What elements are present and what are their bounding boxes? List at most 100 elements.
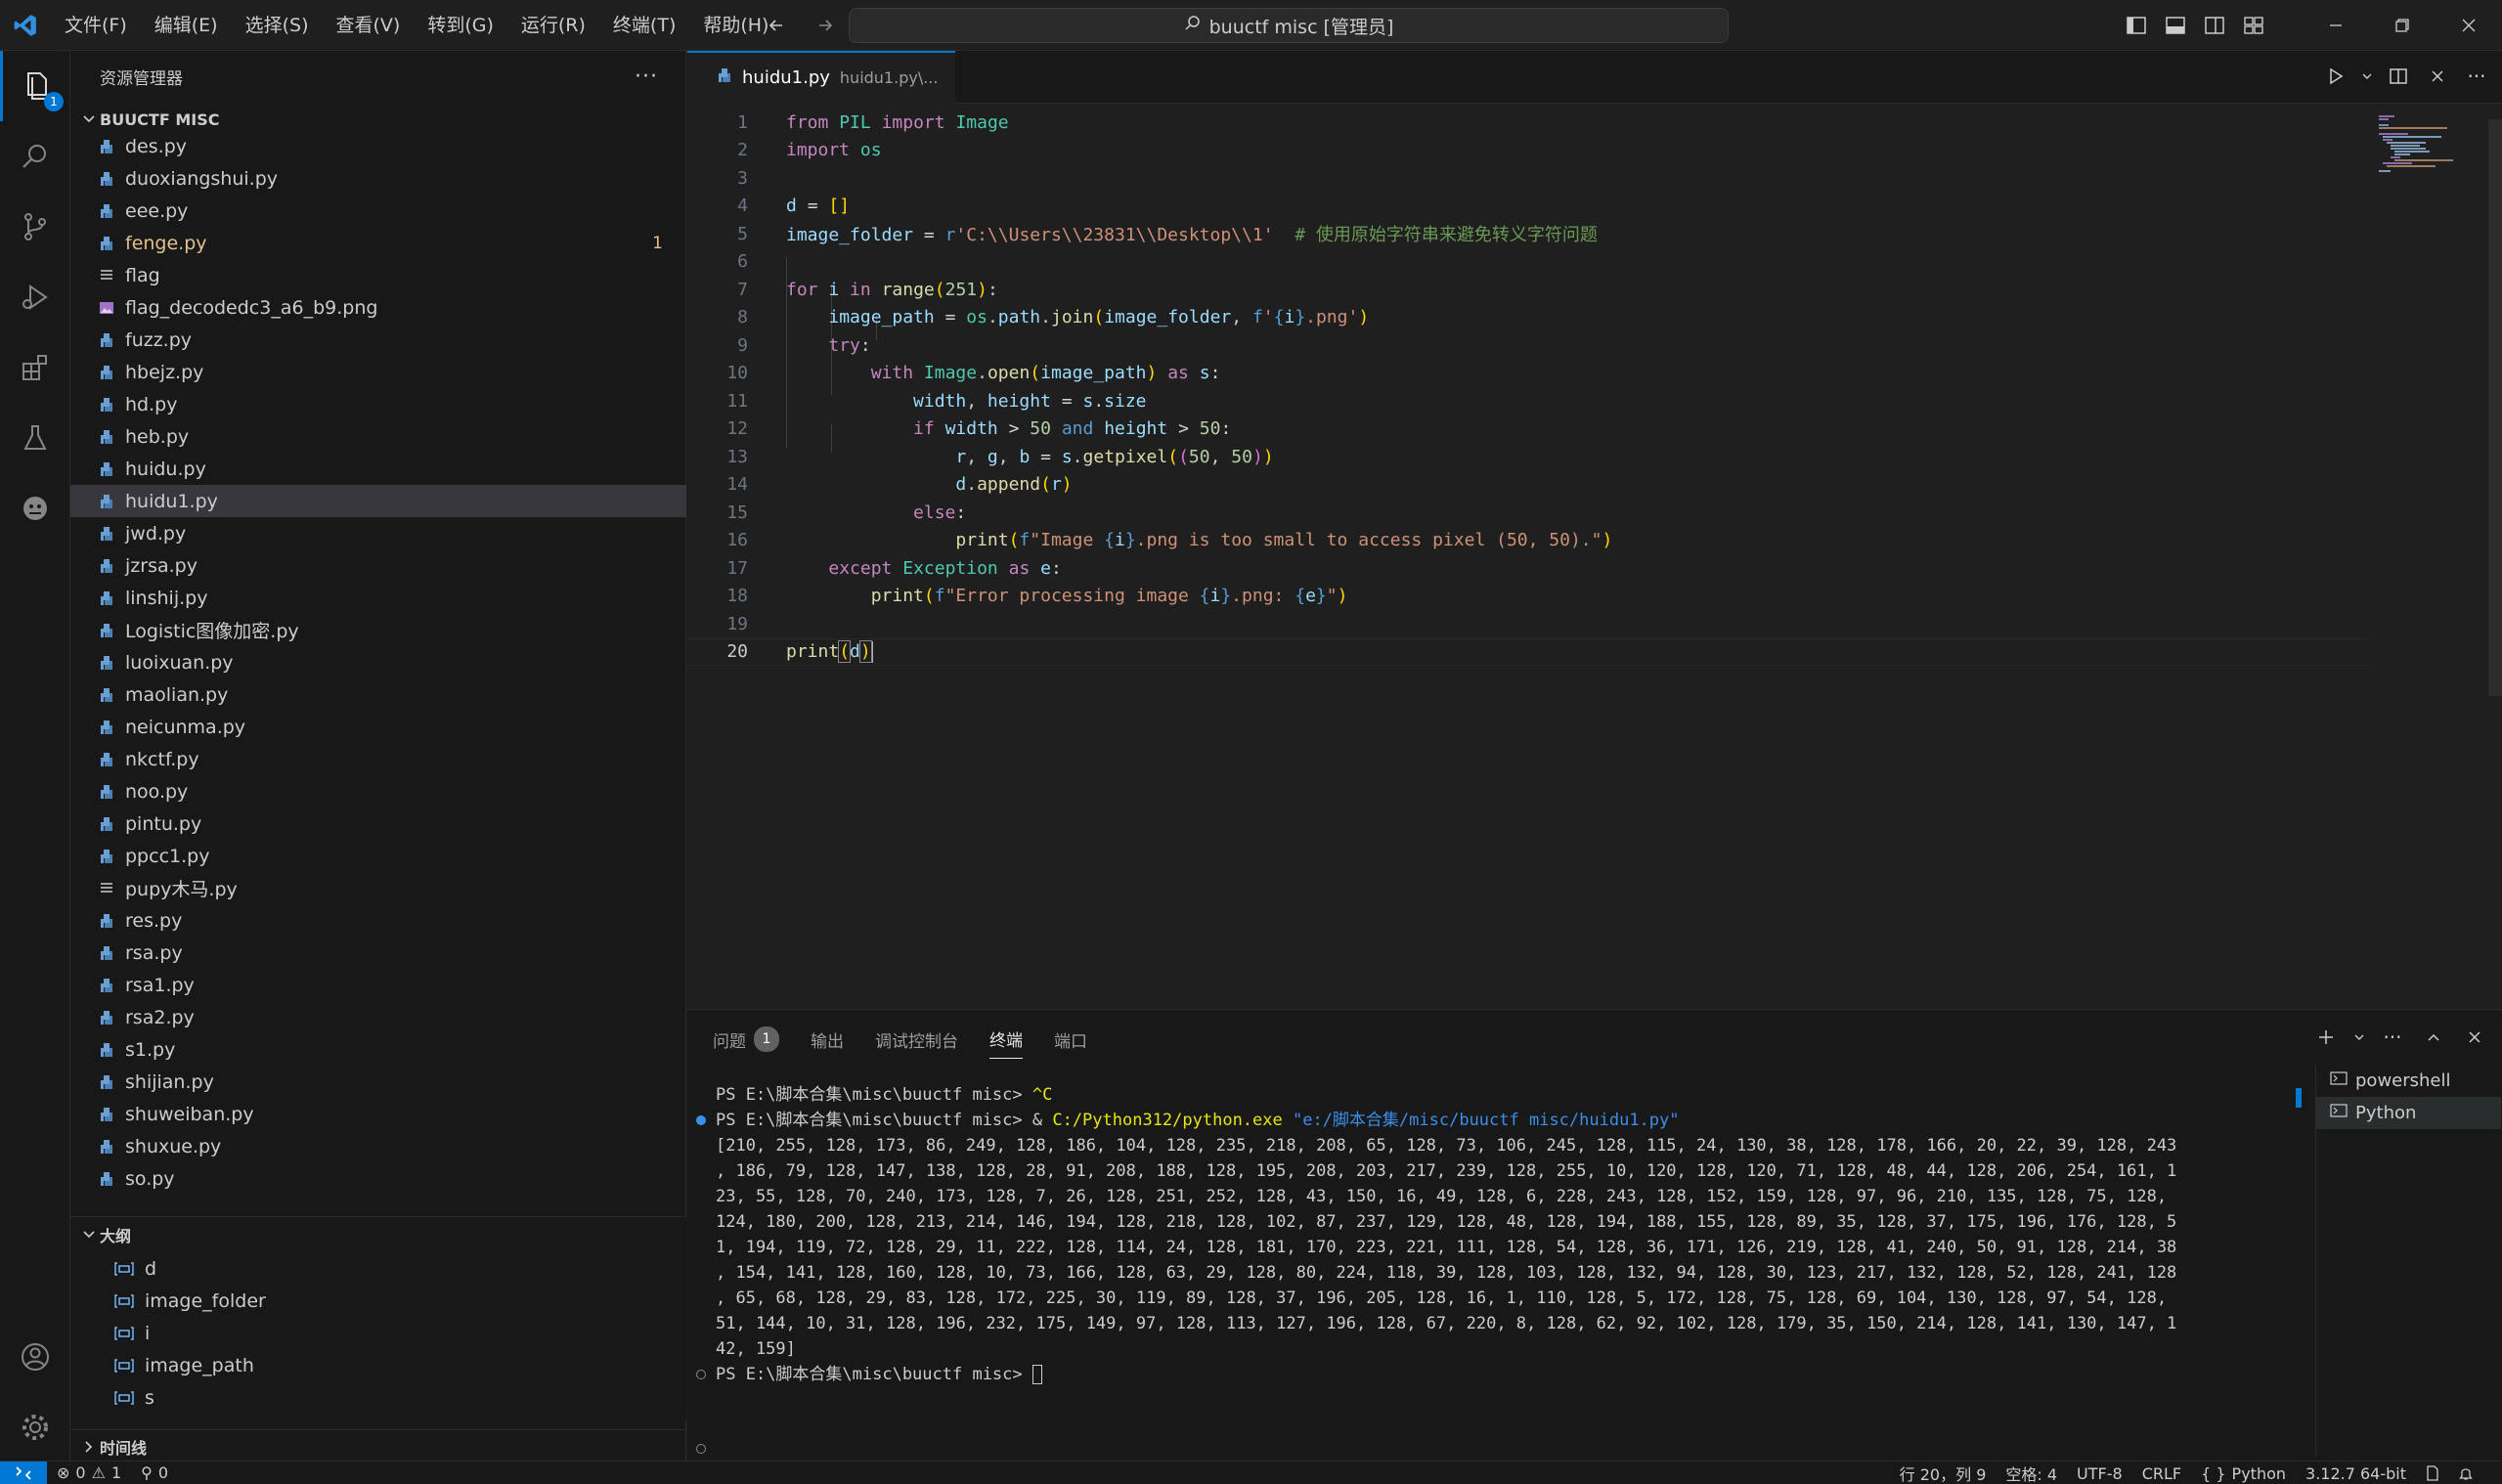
minimize-icon[interactable]	[2303, 0, 2369, 51]
command-center[interactable]: buuctf misc [管理员]	[849, 8, 1729, 43]
file-item[interactable]: des.py	[70, 139, 686, 162]
code-editor[interactable]: 1 from PIL import Image 2 import os 3 4d =…	[687, 104, 2502, 1009]
notifications-bell-icon[interactable]	[2449, 1465, 2482, 1481]
menu-item[interactable]: 选择(S)	[232, 6, 323, 45]
file-item[interactable]: jwd.py	[70, 517, 686, 549]
file-item[interactable]: shijian.py	[70, 1066, 686, 1098]
file-item[interactable]: pupy木马.py	[70, 872, 686, 904]
folder-root-header[interactable]: BUUCTF MISC	[70, 102, 685, 137]
tab-problems[interactable]: 问题 1	[713, 1020, 779, 1059]
outline-item[interactable]: image_folder	[70, 1285, 686, 1317]
terminal-instance[interactable]: Python	[2316, 1097, 2501, 1129]
menu-item[interactable]: 查看(V)	[323, 6, 415, 45]
menu-item[interactable]: 编辑(E)	[141, 6, 232, 45]
close-panel-icon[interactable]	[2459, 1020, 2490, 1055]
file-item[interactable]: rsa2.py	[70, 1001, 686, 1033]
toggle-sidebar-icon[interactable]	[2117, 6, 2156, 45]
file-item[interactable]: Logistic图像加密.py	[70, 614, 686, 646]
file-item[interactable]: linshij.py	[70, 582, 686, 614]
file-item[interactable]: res.py	[70, 904, 686, 937]
menu-item[interactable]: 终端(T)	[599, 6, 689, 45]
close-editor-icon[interactable]	[2422, 59, 2453, 94]
terminal-instance[interactable]: powershell	[2316, 1065, 2501, 1097]
restore-icon[interactable]	[2369, 0, 2436, 51]
cursor-position[interactable]: 行 20，列 9	[1890, 1462, 1997, 1484]
more-actions-icon[interactable]: ···	[2461, 59, 2492, 94]
file-item[interactable]: fenge.py 1	[70, 227, 686, 259]
toggle-panel-icon[interactable]	[2156, 6, 2195, 45]
encoding[interactable]: UTF-8	[2067, 1464, 2132, 1483]
minimap[interactable]	[2379, 113, 2467, 172]
settings-gear-icon[interactable]	[0, 1392, 70, 1462]
file-item[interactable]: flag	[70, 259, 686, 291]
file-item[interactable]: so.py	[70, 1162, 686, 1195]
remote-explorer-icon[interactable]	[0, 473, 70, 544]
editor-scrollbar[interactable]	[2488, 119, 2502, 696]
file-item[interactable]: shuweiban.py	[70, 1098, 686, 1130]
back-arrow-icon[interactable]	[763, 10, 790, 41]
search-icon[interactable]	[0, 121, 70, 192]
problems-status[interactable]: ⊗ 0 ⚠ 1	[47, 1463, 131, 1482]
file-item[interactable]: flag_decodedc3_a6_b9.png	[70, 291, 686, 324]
file-item[interactable]: ppcc1.py	[70, 840, 686, 872]
extensions-icon[interactable]	[0, 332, 70, 403]
new-terminal-icon[interactable]	[2310, 1020, 2342, 1055]
outline-item[interactable]: i	[70, 1317, 686, 1349]
file-item[interactable]: huidu.py	[70, 453, 686, 485]
chevron-down-icon[interactable]	[2359, 59, 2375, 94]
outline-item[interactable]: d	[70, 1252, 686, 1285]
menu-item[interactable]: 文件(F)	[51, 6, 141, 45]
file-item[interactable]: luoixuan.py	[70, 646, 686, 678]
python-interpreter[interactable]: 3.12.7 64-bit	[2296, 1464, 2416, 1483]
terminal-output[interactable]: PS E:\脚本合集\misc\buuctf misc> ^C PS E:\脚本…	[687, 1082, 2291, 1454]
testing-icon[interactable]	[0, 403, 70, 473]
outline-item[interactable]: s	[70, 1381, 686, 1414]
indentation[interactable]: 空格: 4	[1996, 1462, 2067, 1484]
file-item[interactable]: heb.py	[70, 420, 686, 453]
customize-layout-icon[interactable]	[2234, 6, 2273, 45]
maximize-panel-icon[interactable]	[2418, 1020, 2449, 1055]
toggle-secondary-sidebar-icon[interactable]	[2195, 6, 2234, 45]
file-item[interactable]: hd.py	[70, 388, 686, 420]
tab-ports[interactable]: 端口	[1054, 1020, 1087, 1059]
menu-item[interactable]: 运行(R)	[507, 6, 599, 45]
file-item[interactable]: rsa.py	[70, 937, 686, 969]
file-item[interactable]: maolian.py	[70, 678, 686, 711]
timeline-header[interactable]: 时间线	[70, 1429, 686, 1462]
file-item[interactable]: huidu1.py	[70, 485, 686, 517]
file-item[interactable]: fuzz.py	[70, 324, 686, 356]
file-item[interactable]: neicunma.py	[70, 711, 686, 743]
file-item[interactable]: eee.py	[70, 195, 686, 227]
command-decoration-icon[interactable]	[696, 1444, 706, 1454]
file-item[interactable]: duoxiangshui.py	[70, 162, 686, 195]
tab-terminal[interactable]: 终端	[989, 1020, 1023, 1059]
source-control-icon[interactable]	[0, 192, 70, 262]
terminal-scrollbar[interactable]	[2296, 1088, 2302, 1108]
file-item[interactable]: jzrsa.py	[70, 549, 686, 582]
menu-item[interactable]: 转到(G)	[414, 6, 507, 45]
file-item[interactable]: shuxue.py	[70, 1130, 686, 1162]
more-actions-icon[interactable]: ···	[2377, 1020, 2408, 1055]
command-decoration-icon[interactable]	[696, 1115, 706, 1125]
account-icon[interactable]	[0, 1322, 70, 1392]
file-item[interactable]: hbejz.py	[70, 356, 686, 388]
explorer-icon[interactable]: 1	[0, 51, 70, 121]
split-editor-icon[interactable]	[2383, 59, 2414, 94]
outline-header[interactable]: 大纲	[70, 1217, 686, 1252]
tab-debug-console[interactable]: 调试控制台	[875, 1020, 958, 1059]
run-python-file-icon[interactable]	[2320, 59, 2351, 94]
file-item[interactable]: rsa1.py	[70, 969, 686, 1001]
more-actions-icon[interactable]: ···	[635, 65, 658, 89]
file-item[interactable]: noo.py	[70, 775, 686, 807]
forward-arrow-icon[interactable]	[812, 10, 839, 41]
run-debug-icon[interactable]	[0, 262, 70, 332]
file-item[interactable]: s1.py	[70, 1033, 686, 1066]
chevron-down-icon[interactable]	[2351, 1020, 2367, 1055]
remote-indicator-icon[interactable]	[0, 1461, 47, 1484]
file-item[interactable]: pintu.py	[70, 807, 686, 840]
feedback-icon[interactable]	[2416, 1465, 2449, 1481]
close-window-icon[interactable]	[2436, 0, 2502, 51]
file-item[interactable]: nkctf.py	[70, 743, 686, 775]
outline-item[interactable]: image_path	[70, 1349, 686, 1381]
tab-output[interactable]: 输出	[811, 1020, 844, 1059]
